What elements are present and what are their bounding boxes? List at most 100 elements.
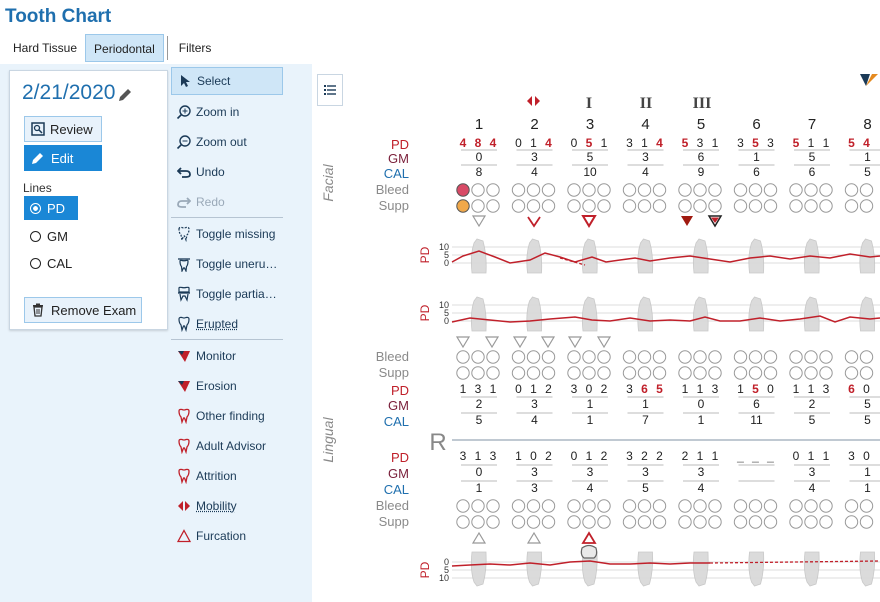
tool-erosion[interactable]: Erosion [171,372,283,400]
tool-zoom-in[interactable]: Zoom in [171,98,283,126]
pd-value: 1 [808,136,815,150]
row-label-gm: GM [388,398,409,413]
review-button[interactable]: Review [24,116,102,142]
tooth-graphic [803,296,820,332]
tool-erupted[interactable]: Erupted [171,310,283,338]
pd-value: 0 [571,136,578,150]
pd-value: 4 [863,136,870,150]
pd-value: 3 [571,382,578,396]
furcation-marker [471,215,487,228]
radio-icon [30,230,41,242]
gm-value: 3 [809,465,816,479]
bleeding-site [693,183,707,197]
lines-label: Lines [23,181,52,195]
tab-filters[interactable]: Filters [171,34,220,62]
gm-value: 3 [531,150,538,164]
bleeding-site [567,499,581,513]
row-label-bleed: Bleed [376,182,409,197]
pd-value: 1 [515,449,522,463]
gm-value: 5 [864,397,871,411]
suppuration-site [819,366,833,380]
tooth-graphic [637,551,654,587]
pd-value: 5 [656,382,663,396]
line-radio-gm[interactable]: GM [24,224,78,248]
suppuration-site [678,515,692,529]
pd-value: 0 [793,449,800,463]
exam-date[interactable]: 2/21/2020 [22,81,115,105]
suppuration-site [763,366,778,380]
bleeding-site [597,499,611,513]
tool-label: Toggle partia… [196,287,277,301]
bleeding-site [597,183,611,197]
suppuration-site [652,366,667,380]
bleeding-site [637,350,652,364]
line-radio-cal[interactable]: CAL [24,251,78,275]
tool-select[interactable]: Select [171,67,283,95]
cal-value: 3 [531,481,538,495]
tool-undo[interactable]: Undo [171,158,283,186]
tool-label: Adult Advisor [196,439,267,453]
cal-value: 5 [642,481,649,495]
remove-exam-button[interactable]: Remove Exam [24,297,142,323]
graph-axis-label: PD [418,246,432,263]
bleeding-site [541,499,556,513]
tool-furcation[interactable]: Furcation [171,522,283,550]
gm-value: 3 [642,465,649,479]
tool-toggle-partial[interactable]: Toggle partia… [171,280,283,308]
row-label-pd: PD [391,383,409,398]
tool-monitor[interactable]: Monitor [171,342,283,370]
pd-value: 2 [545,449,552,463]
line-radio-pd[interactable]: PD [24,196,78,220]
suppuration-site [733,515,748,529]
pd-value: 0 [863,449,870,463]
edit-date-pencil-icon[interactable] [117,87,133,103]
tooth-red-icon [176,438,192,454]
suppuration-site [567,199,581,213]
tool-redo[interactable]: Redo [171,188,283,216]
review-label: Review [50,121,93,137]
suppuration-site [748,366,763,380]
bleeding-site [804,499,818,513]
suppuration-site [693,515,707,529]
suppuration-site [471,515,485,529]
tool-adult-advisor[interactable]: Adult Advisor [171,432,283,460]
bleeding-site [763,350,778,364]
pd-value: 6 [641,382,648,396]
tab-bar: Hard Tissue Periodontal Filters [5,34,219,62]
radio-selected-icon [30,202,41,214]
suppuration-site [819,199,833,213]
pd-value: 3 [626,136,633,150]
bleeding-site [819,183,833,197]
tool-zoom-out[interactable]: Zoom out [171,128,283,156]
furcation-marker [581,531,597,544]
tool-toggle-missing[interactable]: Toggle missing [171,220,283,248]
suppuration-site [844,199,859,213]
pd-value: 2 [682,449,689,463]
brand-logo [860,74,878,86]
bleeding-site [652,183,667,197]
tool-toggle-unerupted[interactable]: Toggle uneru… [171,250,283,278]
edit-button[interactable]: Edit [24,145,102,171]
graph-tick-label: 0 [444,316,449,326]
cal-value: 10 [583,165,597,179]
bleeding-site [844,350,859,364]
pd-value: 2 [656,449,663,463]
tool-mobility[interactable]: Mobility [171,492,283,520]
tab-periodontal[interactable]: Periodontal [85,34,164,62]
bleeding-site [486,350,500,364]
tool-attrition[interactable]: Attrition [171,462,283,490]
pd-line-upper-facial-dashed [559,257,586,266]
bleeding-site [541,350,556,364]
tool-other-finding[interactable]: Other finding [171,402,283,430]
tooth-graphic [692,238,709,274]
pd-value: 3 [626,382,633,396]
bleeding-site [748,183,763,197]
suppuration-site [622,366,637,380]
row-label-supp: Supp [379,514,409,529]
tab-hard-tissue[interactable]: Hard Tissue [5,34,85,62]
pd-value: 3 [712,382,719,396]
bleeding-site [471,350,485,364]
suppuration-site [597,366,611,380]
pd-value: 1 [697,382,704,396]
gm-value: 3 [531,397,538,411]
